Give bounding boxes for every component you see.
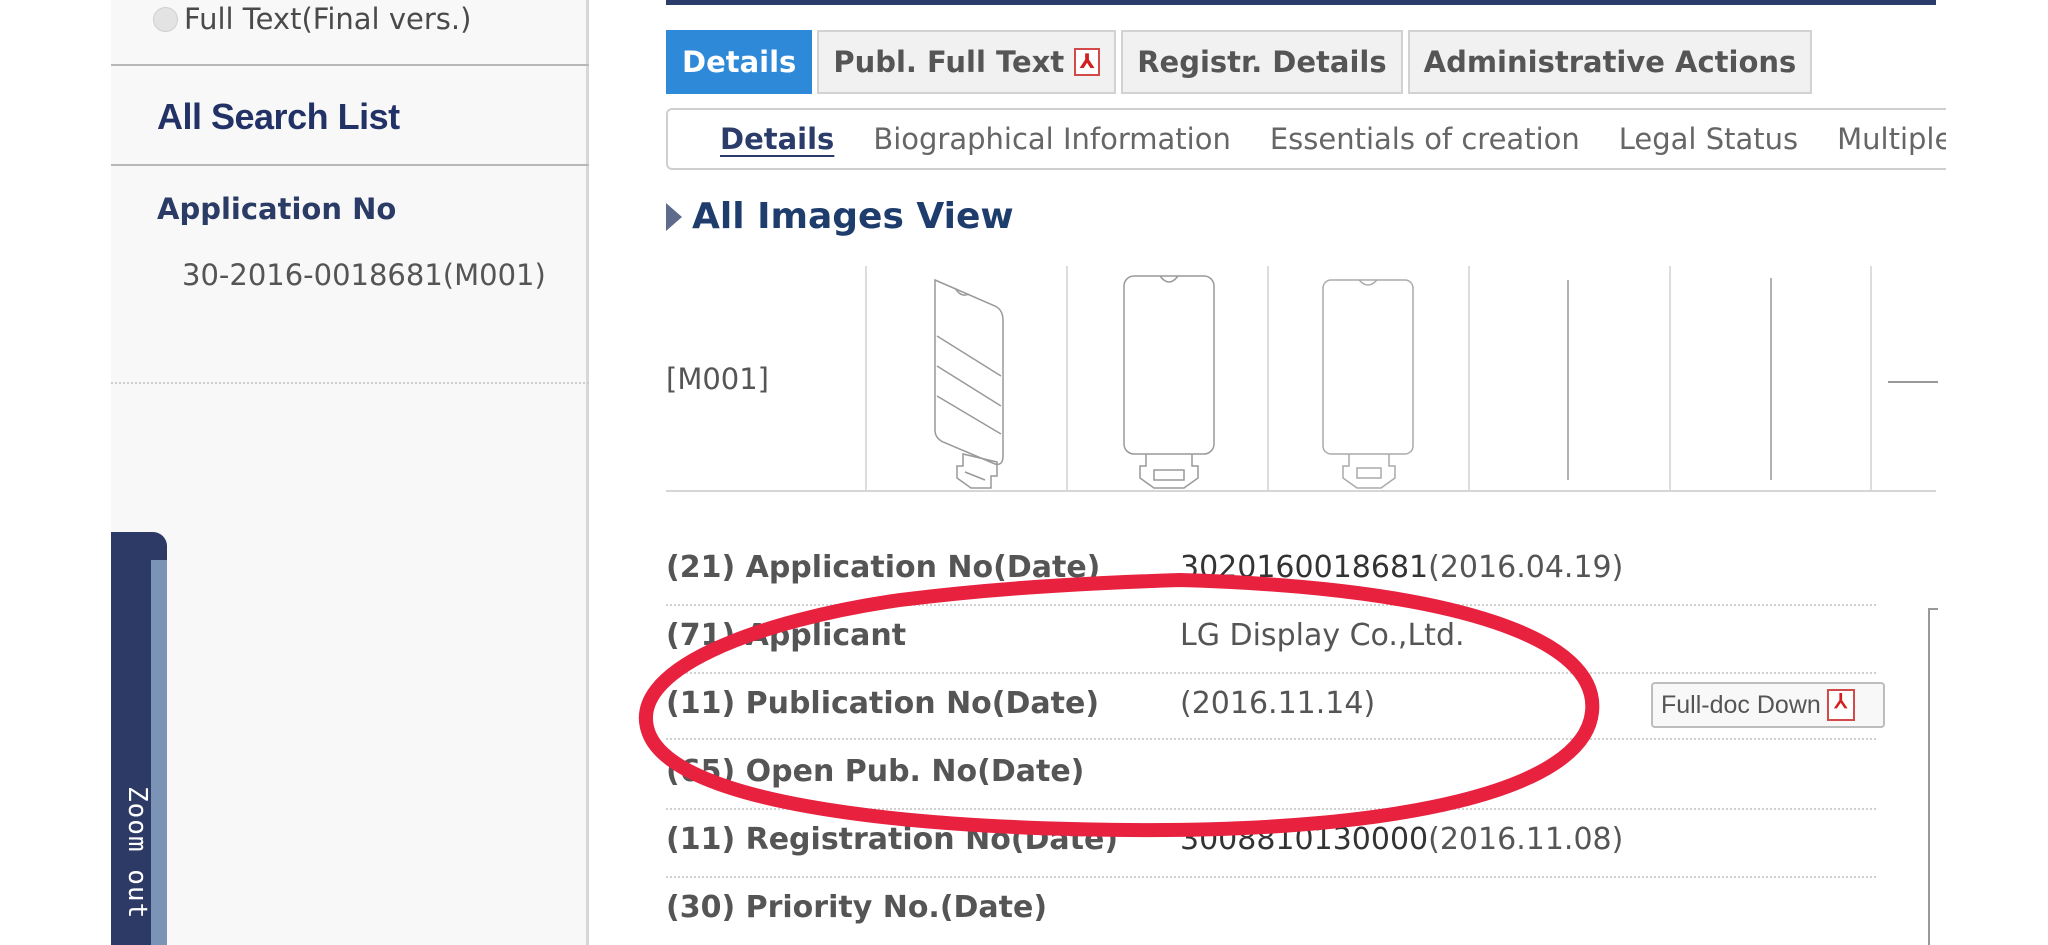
sidebar: Full Text(Final vers.) All Search List A…	[111, 0, 589, 945]
detail-row-applicant: (71) Applicant LG Display Co.,Ltd.	[666, 606, 1876, 674]
design-label: [M001]	[666, 362, 770, 396]
row-value: (2016.11.14)	[1180, 686, 1375, 721]
subnav-essentials-of-creation[interactable]: Essentials of creation	[1270, 122, 1580, 156]
application-no-label: Application No	[157, 192, 397, 226]
full-text-option[interactable]: Full Text(Final vers.)	[153, 2, 471, 36]
row-value: 3008810130000(2016.11.08)	[1180, 822, 1623, 857]
detail-row-publication: (11) Publication No(Date) (2016.11.14) F…	[666, 674, 1885, 740]
top-accent-bar	[666, 0, 1936, 5]
row-label: (11) Publication No(Date)	[666, 686, 1100, 721]
design-thumbnail[interactable]	[865, 266, 1066, 490]
row-label: (11) Registration No(Date)	[666, 822, 1119, 857]
phone-side-drawing	[1770, 278, 1772, 480]
design-thumbnail[interactable]	[1468, 266, 1669, 490]
pdf-icon: ⅄	[1826, 689, 1855, 721]
subnav-biographical-information[interactable]: Biographical Information	[873, 122, 1231, 156]
tab-administrative-actions[interactable]: Administrative Actions	[1407, 30, 1813, 94]
row-label: (30) Priority No.(Date)	[666, 890, 1048, 925]
registration-number: 3008810130000	[1180, 822, 1429, 857]
detail-row-application: (21) Application No(Date) 3020160018681(…	[666, 538, 1876, 606]
image-strip: [M001]	[666, 266, 1938, 492]
radio-button[interactable]	[153, 6, 178, 32]
tab-label: Details	[682, 45, 797, 79]
row-value: LG Display Co.,Ltd.	[1180, 618, 1465, 653]
phone-back-drawing	[1322, 279, 1414, 489]
tab-details[interactable]: Details	[666, 30, 813, 94]
design-thumbnail[interactable]	[1267, 266, 1468, 490]
divider	[111, 382, 589, 384]
all-images-view-heading[interactable]: All Images View	[666, 196, 1014, 237]
side-panel-edge	[1928, 608, 1938, 945]
registration-date: (2016.11.08)	[1428, 822, 1624, 857]
application-number: 3020160018681	[1180, 550, 1429, 585]
tab-label: Publ. Full Text	[833, 45, 1065, 79]
detail-row-open-publication: (65) Open Pub. No(Date)	[666, 742, 1876, 810]
subnav-details[interactable]: Details	[720, 122, 834, 156]
detail-row-priority: (30) Priority No.(Date)	[666, 878, 1876, 945]
tab-registr-details[interactable]: Registr. Details	[1121, 30, 1403, 94]
zoom-out-label[interactable]: Zoom out	[112, 786, 152, 926]
design-thumbnail[interactable]	[1669, 266, 1870, 490]
applicant-name: LG Display Co.,Ltd.	[1180, 618, 1465, 653]
button-label: Full-doc Down	[1661, 690, 1821, 719]
design-thumbnail[interactable]	[1066, 266, 1267, 490]
divider	[111, 64, 589, 66]
triangle-right-icon	[666, 202, 682, 231]
row-label: (65) Open Pub. No(Date)	[666, 754, 1085, 789]
row-value: 3020160018681(2016.04.19)	[1180, 550, 1623, 585]
phone-front-drawing	[1123, 275, 1215, 489]
heading-text: All Images View	[692, 196, 1014, 237]
detail-row-registration: (11) Registration No(Date) 3008810130000…	[666, 810, 1876, 878]
main-tabs: Details Publ. Full Text ⅄ Registr. Detail…	[666, 30, 1817, 94]
application-date: (2016.04.19)	[1428, 550, 1624, 585]
row-label: (21) Application No(Date)	[666, 550, 1101, 585]
tab-label: Registr. Details	[1137, 45, 1387, 79]
search-list-title: All Search List	[157, 96, 400, 137]
application-no-link[interactable]: 30-2016-0018681(M001)	[182, 258, 546, 292]
phone-side-drawing	[1567, 280, 1569, 480]
subnav-multiple-designs[interactable]: Multiple D	[1837, 122, 1946, 156]
tab-label: Administrative Actions	[1423, 45, 1797, 79]
subnav-legal-status[interactable]: Legal Status	[1619, 122, 1798, 156]
full-text-label: Full Text(Final vers.)	[184, 2, 472, 36]
phone-perspective-drawing	[934, 278, 1004, 489]
phone-top-drawing	[1888, 381, 1938, 383]
tab-publ-full-text[interactable]: Publ. Full Text ⅄	[817, 30, 1117, 94]
tab-edge	[151, 560, 167, 945]
row-label: (71) Applicant	[666, 618, 907, 653]
publication-date: (2016.11.14)	[1180, 686, 1376, 721]
pdf-icon: ⅄	[1074, 48, 1101, 76]
full-doc-download-button[interactable]: Full-doc Down ⅄	[1651, 682, 1885, 728]
sub-navigation: Details Biographical Information Essenti…	[666, 108, 1946, 170]
divider	[111, 164, 589, 166]
design-thumbnail[interactable]	[1870, 266, 1938, 490]
